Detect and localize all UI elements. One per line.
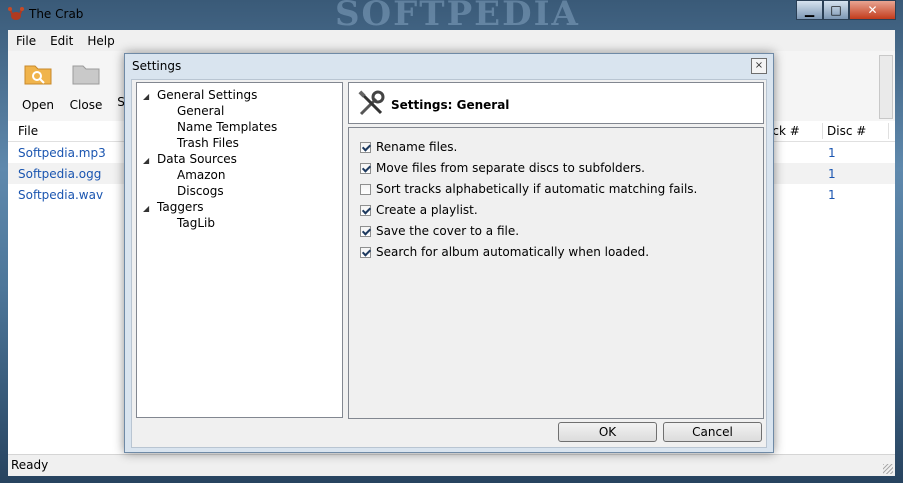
checkbox[interactable] bbox=[360, 246, 371, 258]
title-bar[interactable]: The Crab SOFTPEDIA ▁ □ ✕ bbox=[5, 0, 898, 34]
option-save-cover[interactable]: Save the cover to a file. bbox=[360, 224, 519, 238]
ok-button[interactable]: OK bbox=[558, 422, 657, 442]
disc-number: 1 bbox=[828, 167, 836, 181]
cancel-button[interactable]: Cancel bbox=[663, 422, 762, 442]
close-icon: × bbox=[754, 60, 764, 71]
close-window-button[interactable]: ✕ bbox=[849, 0, 896, 20]
disc-number: 1 bbox=[828, 188, 836, 202]
menu-help[interactable]: Help bbox=[81, 34, 120, 48]
column-separator[interactable] bbox=[888, 123, 889, 139]
settings-header: Settings: General bbox=[348, 82, 764, 124]
checkbox[interactable] bbox=[360, 162, 371, 174]
checkbox[interactable] bbox=[360, 204, 371, 216]
status-text: Ready bbox=[11, 458, 49, 472]
collapse-arrow-icon[interactable]: ◢ bbox=[143, 204, 151, 213]
column-disc[interactable]: Disc # bbox=[827, 124, 866, 138]
file-name: Softpedia.ogg bbox=[18, 167, 102, 181]
option-label: Rename files. bbox=[376, 140, 458, 154]
file-name: Softpedia.wav bbox=[18, 188, 104, 202]
menu-file[interactable]: File bbox=[10, 34, 42, 48]
tree-node-taglib[interactable]: TagLib bbox=[177, 216, 215, 230]
close-folder-icon bbox=[72, 65, 100, 85]
options-panel: Rename files. Move files from separate d… bbox=[348, 127, 764, 419]
option-label: Save the cover to a file. bbox=[376, 224, 520, 238]
tree-node-trash-files[interactable]: Trash Files bbox=[177, 136, 239, 150]
checkbox[interactable] bbox=[360, 141, 371, 153]
settings-tree: ◢ General Settings General Name Templates… bbox=[136, 82, 343, 418]
crab-icon bbox=[8, 7, 24, 20]
option-rename-files[interactable]: Rename files. bbox=[360, 140, 457, 154]
watermark: SOFTPEDIA bbox=[335, 0, 580, 34]
option-label: Search for album automatically when load… bbox=[376, 245, 650, 259]
folder-open-icon bbox=[24, 65, 52, 85]
checkbox[interactable] bbox=[360, 183, 371, 195]
minimize-button[interactable]: ▁ bbox=[796, 0, 823, 20]
close-label: Close bbox=[69, 98, 103, 112]
minimize-icon: ▁ bbox=[804, 3, 815, 17]
collapse-arrow-icon[interactable]: ◢ bbox=[143, 92, 151, 101]
maximize-button[interactable]: □ bbox=[823, 0, 849, 20]
settings-dialog: Settings × ◢ General Settings General Nam… bbox=[124, 53, 774, 453]
tools-icon bbox=[358, 90, 385, 116]
tree-label: Data Sources bbox=[157, 152, 237, 166]
dialog-close-button[interactable]: × bbox=[751, 58, 767, 74]
option-label: Move files from separate discs to subfol… bbox=[376, 161, 645, 175]
tree-node-taggers[interactable]: ◢ Taggers bbox=[143, 200, 204, 214]
toolbar-scroll[interactable] bbox=[879, 55, 893, 119]
close-icon: ✕ bbox=[867, 3, 878, 17]
close-button[interactable]: Close bbox=[64, 57, 108, 112]
option-create-playlist[interactable]: Create a playlist. bbox=[360, 203, 478, 217]
column-separator[interactable] bbox=[822, 123, 823, 139]
status-bar: Ready bbox=[8, 454, 895, 476]
option-move-files[interactable]: Move files from separate discs to subfol… bbox=[360, 161, 645, 175]
checkbox[interactable] bbox=[360, 225, 371, 237]
tree-node-general[interactable]: General bbox=[177, 104, 224, 118]
open-label: Open bbox=[21, 98, 55, 112]
window-title: The Crab bbox=[29, 7, 84, 21]
option-label: Sort tracks alphabetically if automatic … bbox=[376, 182, 698, 196]
dialog-body: ◢ General Settings General Name Templates… bbox=[131, 79, 767, 448]
tree-node-amazon[interactable]: Amazon bbox=[177, 168, 226, 182]
tree-node-general-settings[interactable]: ◢ General Settings bbox=[143, 88, 257, 102]
option-search-album[interactable]: Search for album automatically when load… bbox=[360, 245, 649, 259]
tree-node-discogs[interactable]: Discogs bbox=[177, 184, 224, 198]
panel-splitter[interactable] bbox=[343, 82, 346, 416]
tree-node-name-templates[interactable]: Name Templates bbox=[177, 120, 277, 134]
resize-grip[interactable] bbox=[883, 464, 893, 474]
option-label: Create a playlist. bbox=[376, 203, 478, 217]
settings-header-title: Settings: General bbox=[391, 98, 510, 112]
maximize-icon: □ bbox=[830, 3, 842, 17]
open-button[interactable]: Open bbox=[16, 57, 60, 112]
tree-node-data-sources[interactable]: ◢ Data Sources bbox=[143, 152, 237, 166]
tree-label: Taggers bbox=[157, 200, 204, 214]
disc-number: 1 bbox=[828, 146, 836, 160]
column-file[interactable]: File bbox=[18, 124, 38, 138]
tree-label: General Settings bbox=[157, 88, 258, 102]
menu-bar: File Edit Help bbox=[8, 30, 895, 51]
file-name: Softpedia.mp3 bbox=[18, 146, 106, 160]
dialog-title: Settings bbox=[132, 59, 182, 73]
option-sort-tracks[interactable]: Sort tracks alphabetically if automatic … bbox=[360, 182, 697, 196]
collapse-arrow-icon[interactable]: ◢ bbox=[143, 156, 151, 165]
menu-edit[interactable]: Edit bbox=[44, 34, 79, 48]
